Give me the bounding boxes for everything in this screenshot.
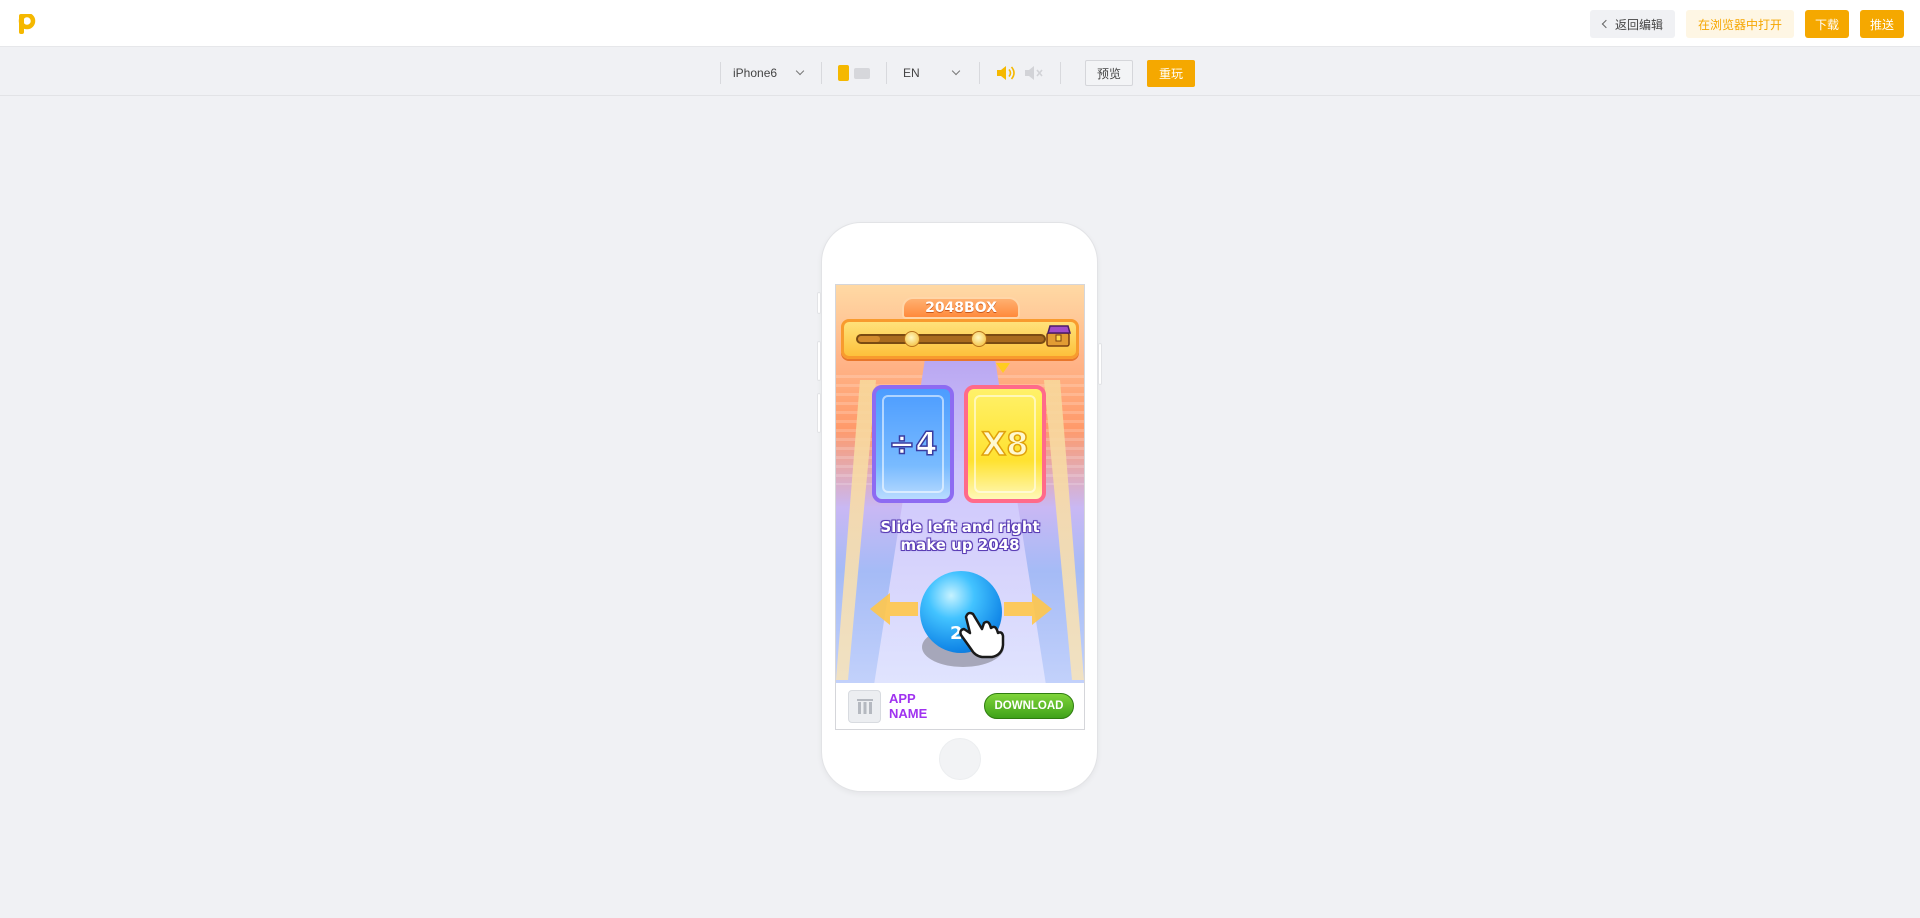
instruction-line-1: Slide left and right [880, 518, 1040, 536]
divider [1060, 62, 1061, 84]
chevron-left-icon [1601, 19, 1611, 29]
back-to-edit-button[interactable]: 返回编辑 [1589, 10, 1675, 38]
gate-right[interactable]: X8 [964, 385, 1046, 503]
download-button[interactable]: 下载 [1804, 10, 1849, 38]
phone-volume-up [817, 341, 821, 381]
app-name: APP NAME [889, 691, 927, 721]
landscape-icon[interactable] [854, 67, 870, 79]
arrow-right-icon [1004, 593, 1052, 625]
phone-silent-switch [817, 292, 821, 314]
language-select[interactable]: EN [887, 66, 979, 80]
app-placeholder-icon [856, 699, 873, 714]
instruction-text: Slide left and right make up 2048 [836, 518, 1084, 554]
banner-download-button[interactable]: DOWNLOAD [984, 693, 1074, 719]
phone-volume-down [817, 393, 821, 433]
phone-power-button [1098, 343, 1102, 385]
phone-screen: 2048BOX ÷4 X8 Slide left and right make … [835, 284, 1085, 730]
sound-toggle [980, 65, 1060, 81]
preview-button[interactable]: 预览 [1085, 60, 1134, 86]
preview-toolbar: iPhone6 EN 预览 重玩 [0, 48, 1920, 96]
language-select-value: EN [903, 66, 920, 80]
sound-off-icon[interactable] [1024, 65, 1044, 81]
app-download-banner: APP NAME DOWNLOAD [836, 683, 1084, 729]
playable-logo-icon[interactable] [18, 14, 36, 34]
progress-marker-icon [996, 363, 1010, 373]
portrait-icon[interactable] [838, 65, 849, 81]
push-button[interactable]: 推送 [1859, 10, 1904, 38]
phone-home-button[interactable] [939, 738, 981, 780]
progress-bar [841, 319, 1079, 359]
treasure-chest-icon [1046, 325, 1071, 347]
device-select-value: iPhone6 [733, 66, 778, 80]
arrow-left-icon [870, 593, 918, 625]
progress-fill [858, 336, 881, 342]
app-name-line-1: APP [889, 691, 916, 706]
progress-track [856, 334, 1046, 344]
gate-left[interactable]: ÷4 [872, 385, 954, 503]
orientation-toggle [822, 65, 886, 81]
playable-game-canvas[interactable]: 2048BOX ÷4 X8 Slide left and right make … [836, 285, 1084, 683]
open-in-browser-button[interactable]: 在浏览器中打开 [1685, 10, 1794, 38]
instruction-line-2: make up 2048 [900, 536, 1020, 554]
sound-on-icon[interactable] [996, 65, 1016, 81]
game-title: 2048BOX [902, 297, 1020, 319]
gate-inner-frame [882, 395, 944, 493]
star-icon [904, 331, 920, 347]
back-to-edit-label: 返回编辑 [1614, 17, 1663, 32]
top-header: 返回编辑 在浏览器中打开 下载 推送 [0, 0, 1920, 47]
gate-inner-frame [974, 395, 1036, 493]
device-select[interactable]: iPhone6 [721, 66, 821, 80]
app-icon [848, 689, 881, 723]
pointer-hand-icon [959, 611, 1005, 659]
chevron-down-icon [795, 66, 805, 76]
app-name-line-2: NAME [889, 706, 928, 721]
replay-button[interactable]: 重玩 [1147, 59, 1196, 87]
chevron-down-icon [951, 66, 961, 76]
star-icon [971, 331, 987, 347]
